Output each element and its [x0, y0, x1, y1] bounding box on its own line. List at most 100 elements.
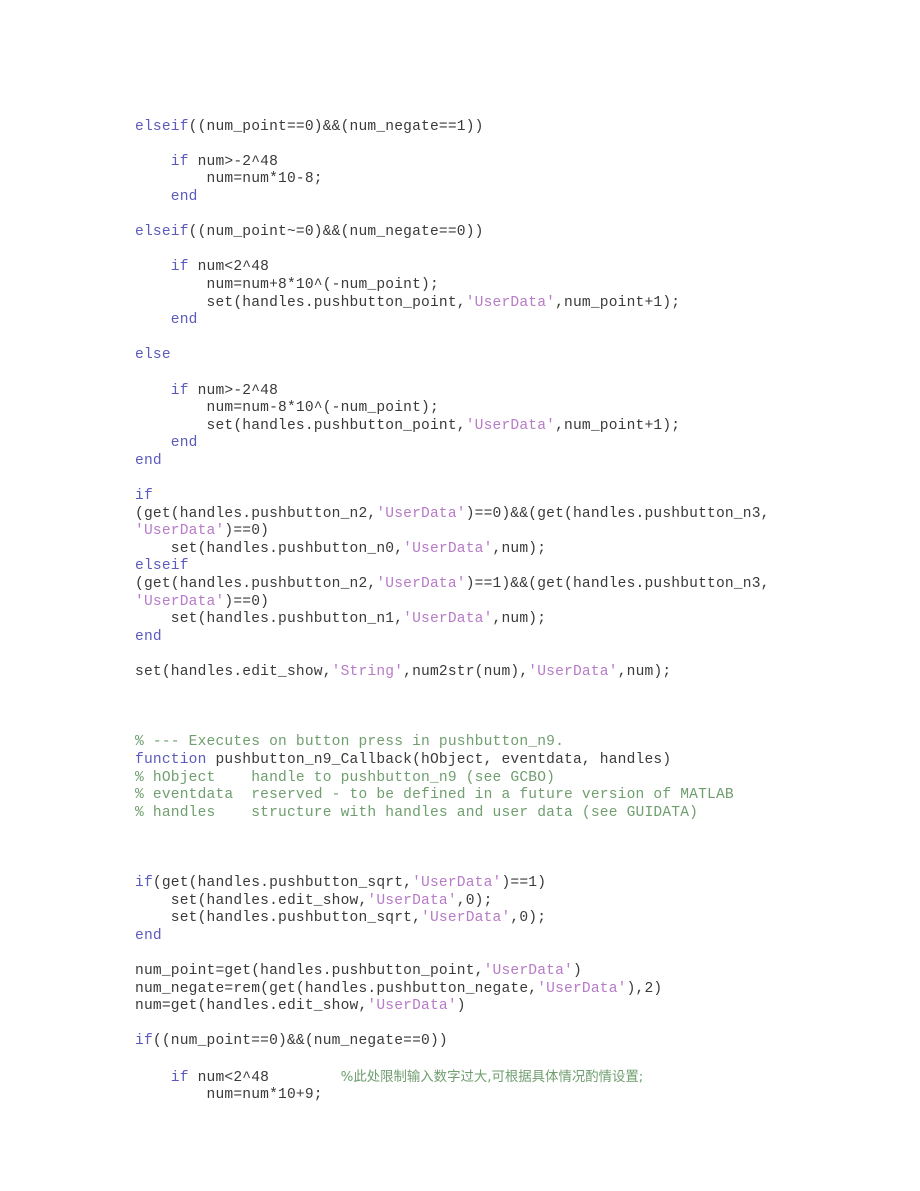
code-line: if num<2^48 — [135, 259, 875, 277]
code-token-keyword: if — [170, 259, 189, 276]
code-token-plain: (get(handles.pushbutton_n2, — [135, 576, 377, 593]
code-line: set(handles.pushbutton_n0,'UserData',num… — [135, 541, 875, 559]
code-line: else — [135, 347, 875, 365]
code-token-keyword: if — [170, 153, 189, 170]
code-token-plain: num_negate=rem(get(handles.pushbutton_ne… — [135, 980, 538, 997]
code-token-plain: num_point=get(handles.pushbutton_point, — [135, 963, 484, 980]
code-token-plain: ((num_point~=0)&&(num_negate==0)) — [188, 224, 484, 241]
code-token-plain: set(handles.pushbutton_n0, — [135, 540, 404, 557]
code-line: num=num-8*10^(-num_point); — [135, 400, 875, 418]
code-token-keyword: elseif — [135, 224, 189, 241]
code-line: set(handles.pushbutton_point,'UserData',… — [135, 418, 875, 436]
code-line: % --- Executes on button press in pushbu… — [135, 734, 875, 752]
code-line: elseif — [135, 558, 875, 576]
code-token-plain: set(handles.edit_show, — [135, 664, 332, 680]
code-token-string: 'UserData' — [528, 664, 618, 680]
code-token-keyword: end — [135, 452, 162, 469]
code-token-string: 'UserData' — [376, 576, 466, 593]
code-token-string: 'UserData' — [135, 593, 225, 610]
code-token-plain: ),2) — [626, 980, 663, 997]
code-token-comment: % handles structure with handles and use… — [135, 804, 699, 821]
code-line: end — [135, 629, 875, 647]
code-line: end — [135, 189, 875, 207]
code-token-plain: (get(handles.pushbutton_n2, — [135, 505, 377, 522]
code-token-plain: num=num*10-8; — [135, 171, 323, 188]
code-token-plain: (get(handles.pushbutton_sqrt, — [152, 875, 413, 892]
code-token-plain: ,num); — [617, 664, 672, 680]
code-line: num=num*10-8; — [135, 171, 875, 189]
code-token-comment: % eventdata reserved - to be defined in … — [135, 787, 734, 804]
code-token-plain: ,num2str(num), — [403, 664, 529, 680]
code-token-string: 'UserData' — [537, 980, 627, 997]
code-line: set(handles.edit_show,'UserData',0); — [135, 893, 875, 911]
code-token-keyword: elseif — [135, 118, 189, 135]
code-token-keyword: end — [170, 312, 198, 329]
code-token-keyword: if — [135, 488, 153, 505]
code-line: function pushbutton_n9_Callback(hObject,… — [135, 752, 875, 770]
code-line: end — [135, 312, 875, 330]
code-line: if(get(handles.pushbutton_sqrt,'UserData… — [135, 875, 875, 893]
code-token-plain: set(handles.edit_show, — [135, 892, 368, 909]
code-token-plain: ((num_point==0)&&(num_negate==1)) — [188, 118, 484, 135]
code-token-string: 'String' — [331, 664, 404, 680]
code-token-keyword: elseif — [135, 558, 189, 575]
code-token-plain: )==0)&&(get(handles.pushbutton_n3, — [465, 505, 770, 522]
code-token-string: 'UserData' — [367, 892, 457, 909]
code-token-keyword: end — [135, 628, 162, 645]
code-token-plain: )==0) — [224, 523, 270, 540]
code-token-string: 'UserData' — [465, 417, 556, 434]
code-token-plain: ) — [456, 998, 466, 1015]
code-token-plain: )==1)&&(get(handles.pushbutton_n3, — [465, 576, 770, 593]
code-token-keyword: if — [170, 382, 189, 399]
code-line: num=num+8*10^(-num_point); — [135, 277, 875, 295]
code-token-plain: ,0); — [510, 910, 547, 927]
code-token-plain: num<2^48 — [188, 1069, 341, 1086]
code-token-plain: num=get(handles.edit_show, — [135, 998, 368, 1015]
code-token-keyword: end — [170, 435, 198, 452]
code-token-keyword: if — [135, 1033, 153, 1050]
code-token-keyword: if — [135, 875, 153, 892]
code-line: if num<2^48 %此处限制输入数字过大,可根据具体情况酌情设置; — [135, 1069, 875, 1088]
code-token-plain: num=num*10+9; — [135, 1087, 323, 1104]
code-token-plain: num=num+8*10^(-num_point); — [135, 276, 439, 293]
code-token-keyword: if — [170, 1069, 189, 1086]
code-line: num_point=get(handles.pushbutton_point,'… — [135, 963, 875, 981]
code-token-plain: ,num); — [492, 611, 547, 628]
code-token-string: 'UserData' — [421, 910, 511, 927]
code-token-comment: % --- Executes on button press in pushbu… — [135, 734, 565, 751]
code-line: % eventdata reserved - to be defined in … — [135, 787, 875, 805]
document-page: elseif((num_point==0)&&(num_negate==1)) … — [0, 0, 920, 1191]
code-token-string: 'UserData' — [135, 523, 225, 540]
code-line: 'UserData')==0) — [135, 523, 875, 541]
code-line: set(handles.pushbutton_n1,'UserData',num… — [135, 611, 875, 629]
code-token-plain: set(handles.pushbutton_sqrt, — [135, 910, 422, 927]
code-token-plain: set(handles.pushbutton_n1, — [135, 611, 404, 628]
code-token-string: 'UserData' — [376, 505, 466, 522]
code-token-plain: num>-2^48 — [188, 382, 279, 399]
code-line: end — [135, 928, 875, 946]
code-line: num_negate=rem(get(handles.pushbutton_ne… — [135, 981, 875, 999]
code-token-keyword: end — [135, 927, 162, 944]
code-token-plain: num=num-8*10^(-num_point); — [135, 400, 439, 417]
code-line: set(handles.pushbutton_sqrt,'UserData',0… — [135, 910, 875, 928]
code-token-plain: ,num); — [492, 540, 547, 557]
code-line: if num>-2^48 — [135, 154, 875, 172]
code-line: end — [135, 453, 875, 471]
